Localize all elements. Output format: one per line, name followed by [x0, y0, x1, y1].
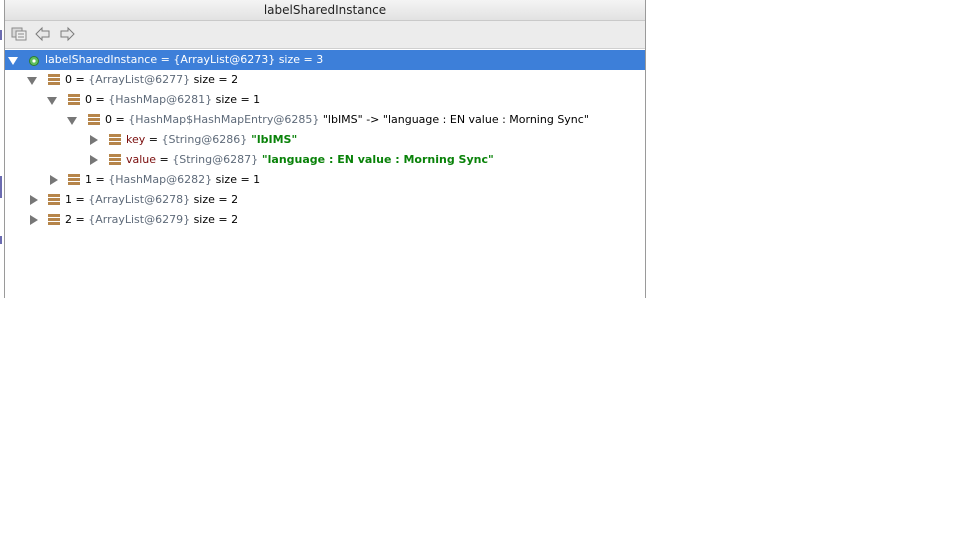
collapse-toggle-icon[interactable] [30, 215, 38, 225]
copy-icon[interactable] [9, 25, 29, 43]
expand-toggle-icon[interactable] [67, 117, 77, 125]
edge-mark [0, 176, 2, 198]
object-address: {ArrayList@6279} [88, 213, 191, 226]
element-index: 0 [65, 73, 72, 86]
field-icon [109, 134, 121, 145]
object-address: {String@6286} [161, 133, 248, 146]
field-icon [109, 154, 121, 165]
equals-sign: = [92, 93, 109, 106]
field-icon [48, 214, 60, 225]
tree-row-text: 2 = {ArrayList@6279} size = 2 [65, 210, 238, 230]
tree-row[interactable]: value = {String@6287} "language : EN val… [5, 150, 645, 170]
element-index: 2 [65, 213, 72, 226]
tree-row-text: labelSharedInstance = {ArrayList@6273} s… [45, 50, 323, 70]
tree-row-root[interactable]: labelSharedInstance = {ArrayList@6273} s… [5, 50, 645, 70]
object-address: {ArrayList@6277} [88, 73, 191, 86]
object-address: {ArrayList@6278} [88, 193, 191, 206]
size-info: size = 2 [190, 73, 239, 86]
tree-row[interactable]: 0 = {ArrayList@6277} size = 2 [5, 70, 645, 90]
element-index: 0 [105, 113, 112, 126]
toolbar [5, 21, 645, 49]
element-index: 0 [85, 93, 92, 106]
collapse-toggle-icon[interactable] [90, 155, 98, 165]
object-address: {HashMap@6281} [108, 93, 213, 106]
field-icon [48, 194, 60, 205]
tree-row[interactable]: key = {String@6286} "lbIMS" [5, 130, 645, 150]
entry-summary: "lbIMS" -> "language : EN value : Mornin… [319, 113, 589, 126]
equals-sign: = [145, 133, 162, 146]
edge-mark [0, 236, 2, 244]
size-info: size = 2 [190, 193, 239, 206]
tree-row[interactable]: 0 = {HashMap@6281} size = 1 [5, 90, 645, 110]
tree-row-text: 0 = {HashMap@6281} size = 1 [85, 90, 260, 110]
tree-row-text: 1 = {ArrayList@6278} size = 2 [65, 190, 238, 210]
forward-arrow-icon[interactable] [57, 25, 77, 43]
field-name: value [126, 153, 157, 166]
equals-sign: = [72, 193, 89, 206]
collapse-toggle-icon[interactable] [50, 175, 58, 185]
tree-row[interactable]: 2 = {ArrayList@6279} size = 2 [5, 210, 645, 230]
object-address: {HashMap@6282} [108, 173, 213, 186]
object-address: {ArrayList@6273} [173, 53, 276, 66]
equals-sign: = [157, 53, 174, 66]
string-value: "language : EN value : Morning Sync" [258, 153, 494, 166]
watch-icon [27, 54, 39, 66]
collapse-toggle-icon[interactable] [30, 195, 38, 205]
tree-row-text: 1 = {HashMap@6282} size = 1 [85, 170, 260, 190]
edge-mark [0, 30, 2, 40]
expand-toggle-icon[interactable] [47, 97, 57, 105]
equals-sign: = [112, 113, 129, 126]
tree-row[interactable]: 0 = {HashMap$HashMapEntry@6285} "lbIMS" … [5, 110, 645, 130]
field-icon [48, 74, 60, 85]
equals-sign: = [72, 73, 89, 86]
variables-window: labelSharedInstance labelSharedInstance … [4, 0, 646, 298]
tree-row[interactable]: 1 = {HashMap@6282} size = 1 [5, 170, 645, 190]
field-icon [68, 94, 80, 105]
equals-sign: = [92, 173, 109, 186]
expand-toggle-icon[interactable] [27, 77, 37, 85]
size-info: size = 3 [275, 53, 324, 66]
field-name: key [126, 133, 146, 146]
size-info: size = 2 [190, 213, 239, 226]
size-info: size = 1 [212, 173, 261, 186]
tree-row[interactable]: 1 = {ArrayList@6278} size = 2 [5, 190, 645, 210]
back-arrow-icon[interactable] [33, 25, 53, 43]
size-info: size = 1 [212, 93, 261, 106]
equals-sign: = [72, 213, 89, 226]
element-index: 1 [65, 193, 72, 206]
variable-name: labelSharedInstance [45, 53, 158, 66]
field-icon [68, 174, 80, 185]
tree-row-text: value = {String@6287} "language : EN val… [126, 150, 494, 170]
field-icon [88, 114, 100, 125]
equals-sign: = [156, 153, 173, 166]
tree-row-text: 0 = {ArrayList@6277} size = 2 [65, 70, 238, 90]
collapse-toggle-icon[interactable] [90, 135, 98, 145]
object-address: {String@6287} [172, 153, 259, 166]
variables-tree: labelSharedInstance = {ArrayList@6273} s… [5, 50, 645, 298]
element-index: 1 [85, 173, 92, 186]
tree-row-text: key = {String@6286} "lbIMS" [126, 130, 297, 150]
window-title: labelSharedInstance [5, 0, 645, 21]
object-address: {HashMap$HashMapEntry@6285} [128, 113, 320, 126]
tree-row-text: 0 = {HashMap$HashMapEntry@6285} "lbIMS" … [105, 110, 589, 130]
string-value: "lbIMS" [247, 133, 298, 146]
expand-toggle-icon[interactable] [8, 57, 18, 65]
